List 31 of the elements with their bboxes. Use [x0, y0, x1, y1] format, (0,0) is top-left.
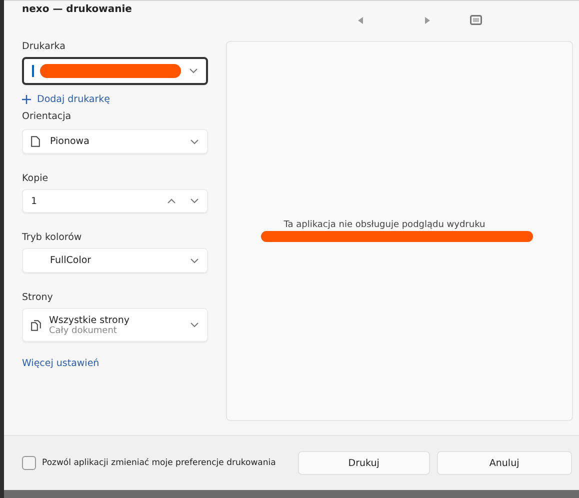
print-button[interactable]: Drukuj	[298, 451, 430, 475]
orientation-label: Orientacja	[22, 111, 72, 122]
checkbox-label: Pozwól aplikacji zmieniać moje preferencje drukowania	[42, 458, 276, 468]
checkbox[interactable]	[22, 456, 36, 470]
chevron-down-icon[interactable]	[190, 322, 199, 328]
add-printer-link[interactable]: Dodaj drukarkę	[22, 94, 208, 105]
chevron-up-icon[interactable]	[167, 198, 176, 204]
copies-label: Kopie	[22, 173, 50, 184]
chevron-down-icon[interactable]	[189, 68, 198, 74]
chevron-down-icon[interactable]	[190, 198, 199, 204]
previous-page-icon[interactable]	[358, 16, 363, 24]
color-mode-dropdown[interactable]: FullColor	[22, 248, 208, 273]
copies-field[interactable]: 1	[22, 189, 208, 213]
window-title: nexo — drukowanie	[22, 4, 132, 15]
pages-icon	[31, 320, 41, 330]
orientation-dropdown[interactable]: Pionowa	[22, 129, 208, 154]
chevron-down-icon[interactable]	[190, 258, 199, 264]
pages-dropdown[interactable]: Wszystkie strony Cały dokument	[22, 308, 208, 342]
plus-icon	[22, 95, 31, 104]
more-settings-link[interactable]: Więcej ustawień	[22, 358, 208, 369]
cancel-button[interactable]: Anuluj	[436, 451, 572, 475]
text-cursor-icon	[32, 65, 34, 77]
pages-label: Strony	[22, 292, 54, 303]
printer-label: Drukarka	[22, 41, 66, 52]
next-page-icon[interactable]	[425, 16, 430, 24]
color-mode-label: Tryb kolorów	[22, 232, 83, 243]
page-icon	[31, 136, 40, 147]
preview-message: Ta aplikacja nie obsługuje podglądu wydruku	[284, 220, 486, 230]
fit-page-icon[interactable]	[470, 15, 482, 25]
chevron-down-icon[interactable]	[190, 138, 199, 144]
printer-dropdown[interactable]	[22, 57, 208, 85]
